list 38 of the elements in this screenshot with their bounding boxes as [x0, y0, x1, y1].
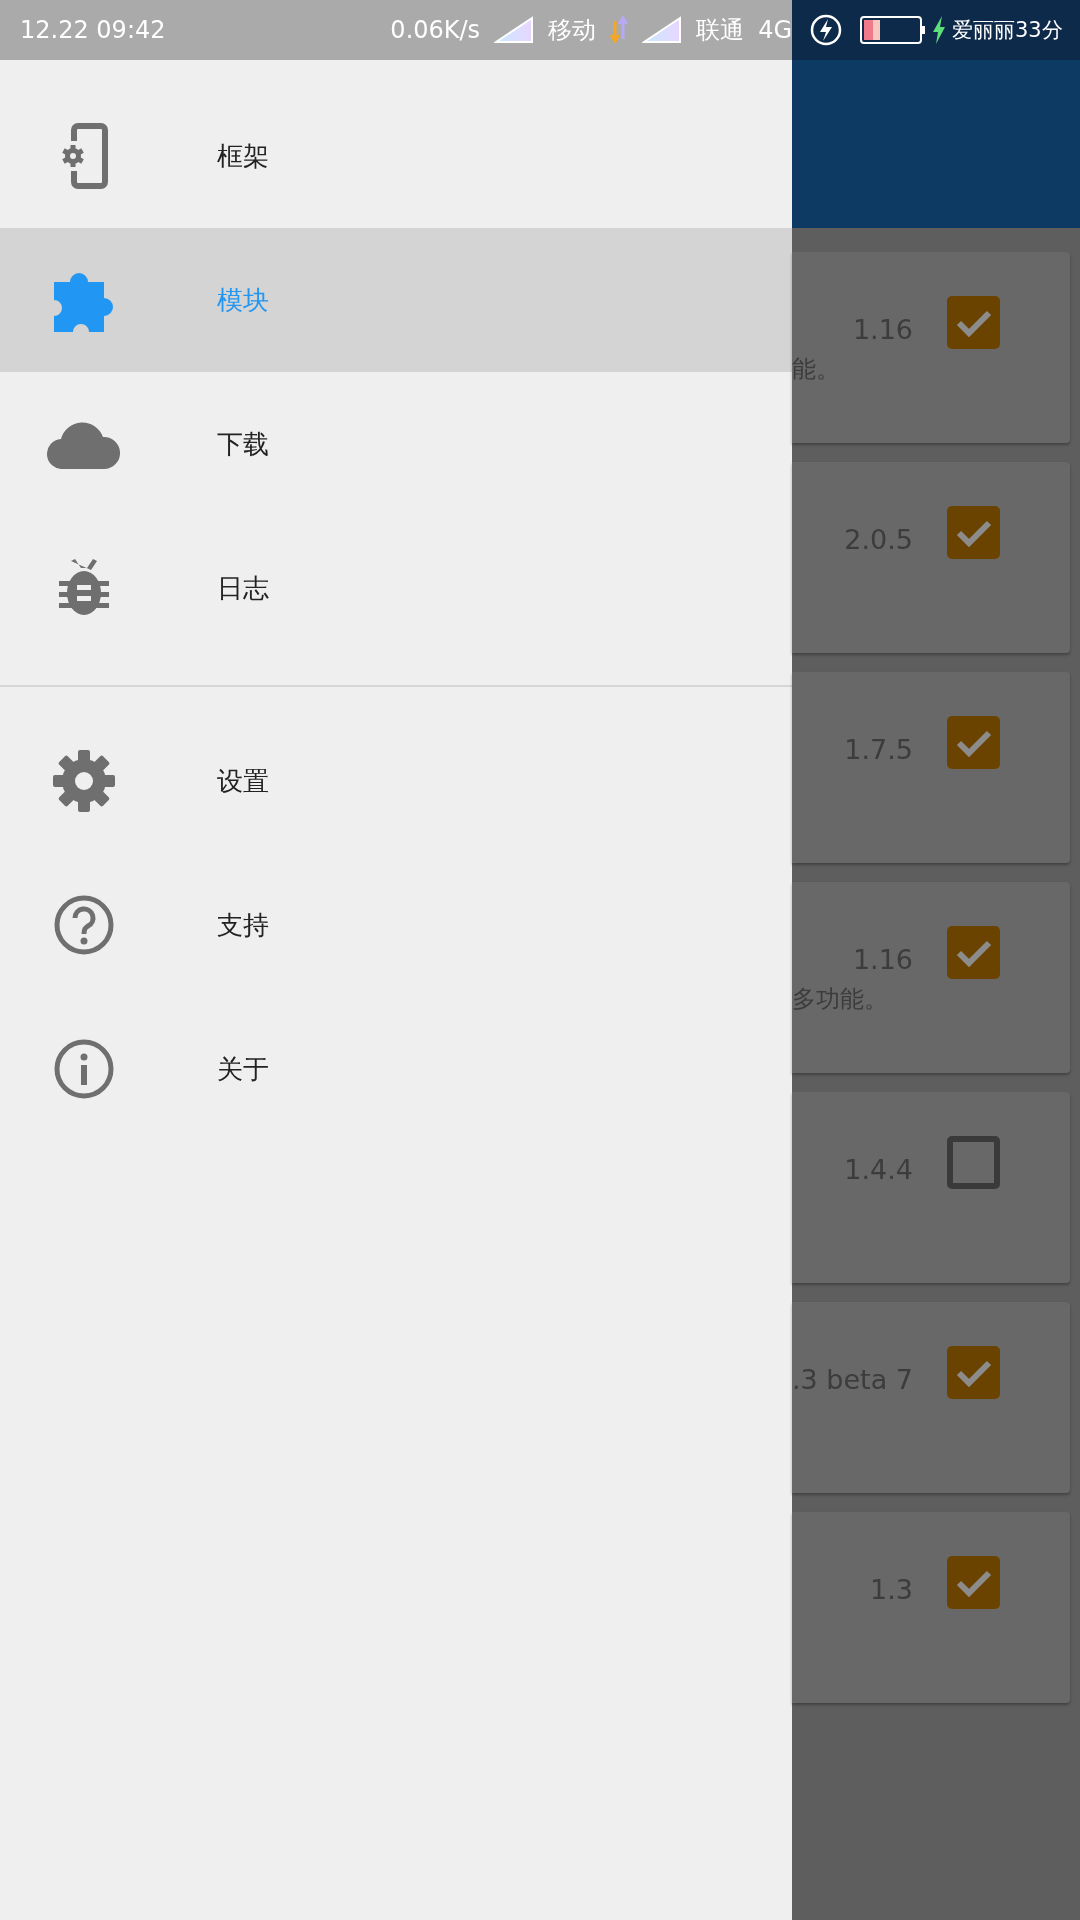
bug-icon — [59, 559, 109, 617]
data-arrows-icon — [610, 15, 629, 45]
carrier-name: 联通 — [696, 15, 745, 46]
check-icon — [955, 1358, 992, 1387]
check-icon — [955, 1568, 992, 1597]
network-speed: 0.06K/s — [390, 16, 481, 44]
checkbox[interactable] — [947, 296, 1000, 349]
help-icon — [53, 894, 115, 956]
charging-icon — [932, 16, 946, 44]
checkbox[interactable] — [947, 926, 1000, 979]
signal-icon — [642, 16, 683, 44]
signal-icon — [494, 16, 535, 44]
drawer-item[interactable]: 模块 — [0, 228, 792, 372]
status-time: 12.22 09:42 — [20, 16, 167, 44]
drawer-item[interactable]: 框架 — [0, 84, 792, 228]
check-icon — [955, 308, 992, 337]
check-icon — [955, 518, 992, 547]
drawer-item[interactable]: 日志 — [0, 516, 792, 660]
drawer-item[interactable]: 关于 — [0, 997, 792, 1141]
check-icon — [955, 938, 992, 967]
drawer-item[interactable]: 下载 — [0, 372, 792, 516]
settings-icon — [53, 750, 115, 812]
user-name: 爱丽丽33分 — [952, 17, 1063, 44]
checkbox[interactable] — [947, 716, 1000, 769]
checkbox[interactable] — [947, 1136, 1000, 1189]
battery-icon — [860, 16, 926, 44]
checkbox[interactable] — [947, 1556, 1000, 1609]
drawer-item[interactable]: 支持 — [0, 853, 792, 997]
check-icon — [955, 728, 992, 757]
checkbox[interactable] — [947, 1346, 1000, 1399]
info-icon — [53, 1038, 115, 1100]
cloud-icon — [47, 419, 121, 469]
phone-gear-icon — [59, 123, 109, 189]
flash-icon — [810, 14, 842, 46]
drawer-item[interactable]: 设置 — [0, 709, 792, 853]
checkbox[interactable] — [947, 506, 1000, 559]
network-type: 4G — [758, 16, 792, 44]
carrier-name: 移动 — [548, 15, 597, 46]
